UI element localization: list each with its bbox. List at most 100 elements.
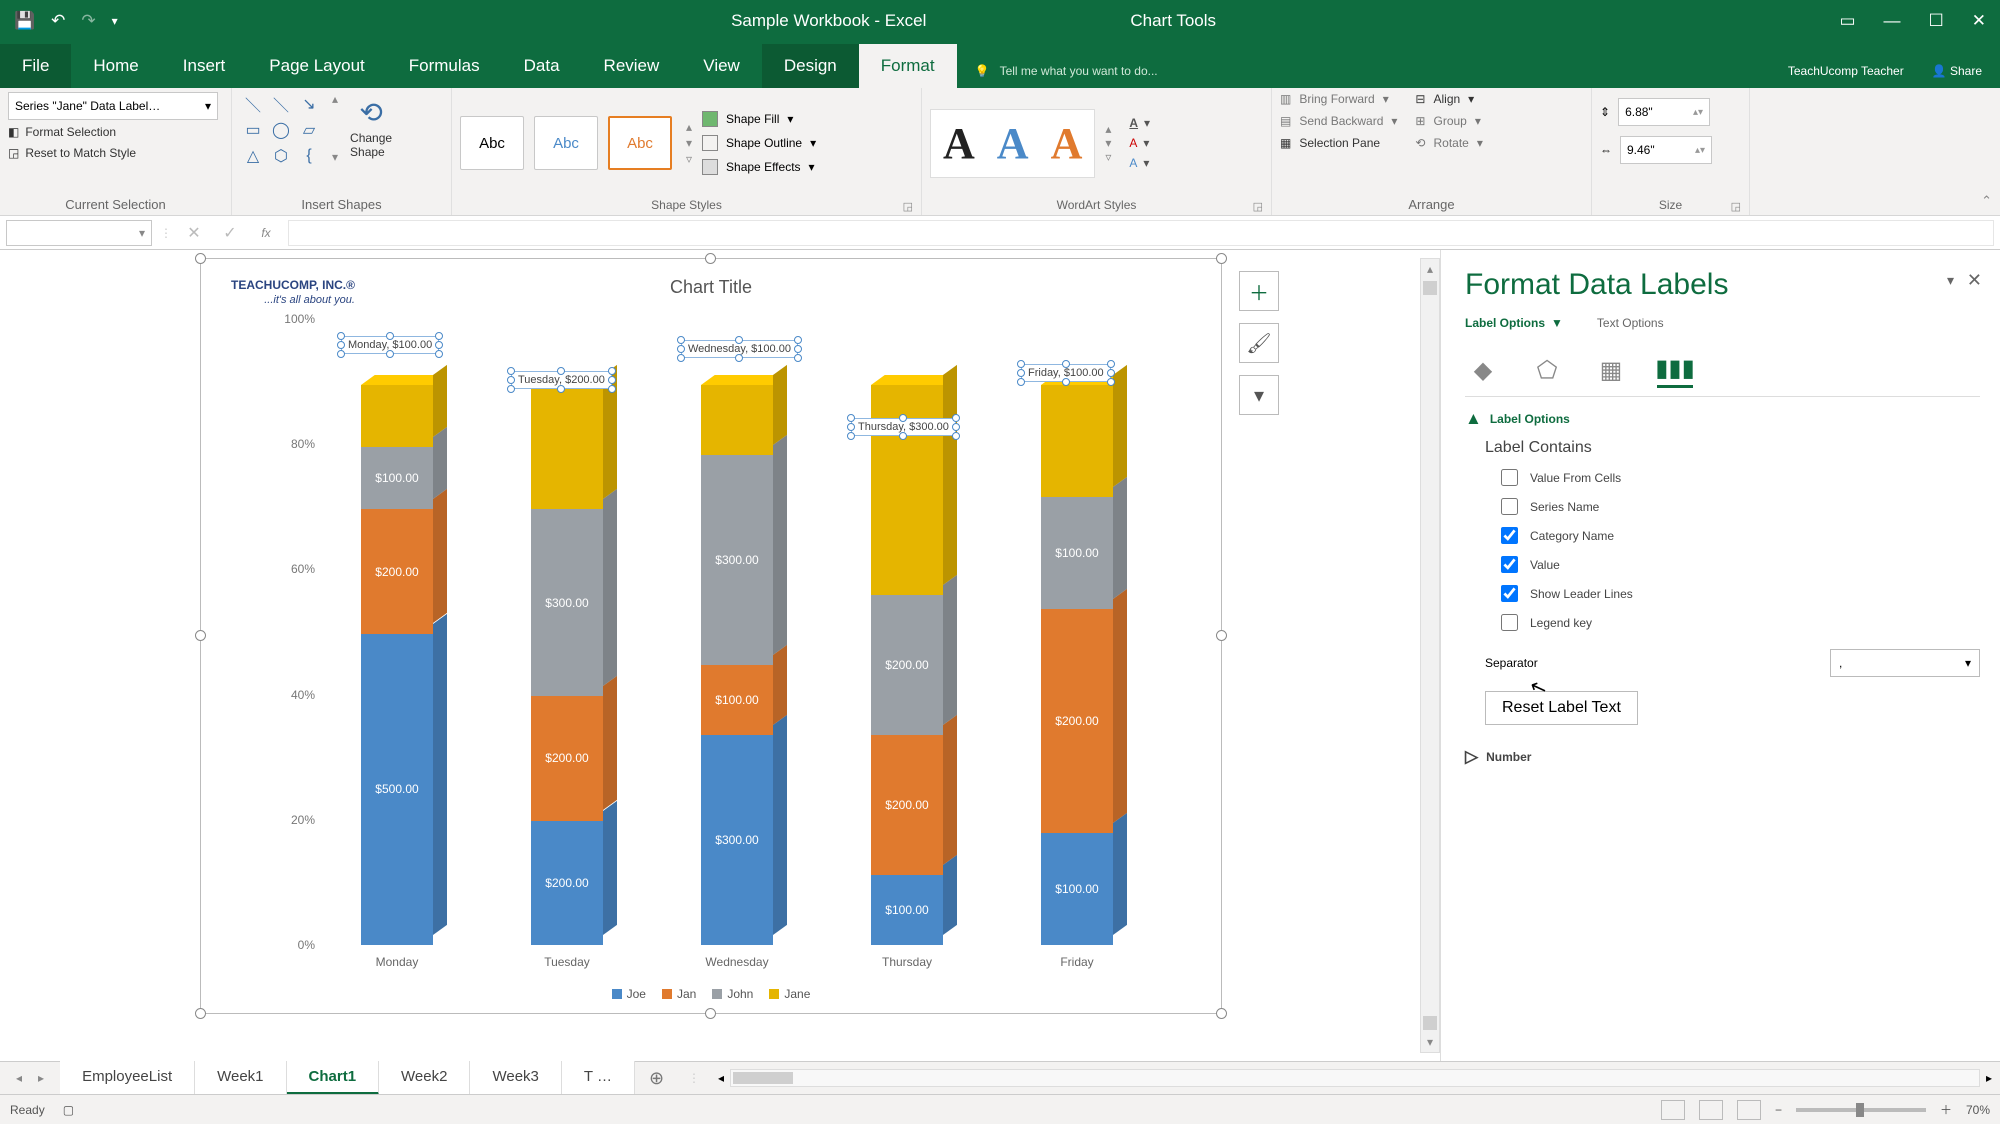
shape-height-input[interactable]: ⇕6.88"▴▾ bbox=[1600, 98, 1712, 126]
qat-more-icon[interactable]: ▾ bbox=[112, 14, 118, 28]
check-value-from-cells[interactable]: Value From Cells bbox=[1501, 469, 1980, 486]
sheet-tab[interactable]: EmployeeList bbox=[60, 1061, 195, 1095]
wordart-gallery[interactable]: A A A bbox=[930, 109, 1095, 178]
reset-to-match-style-button[interactable]: ◲ Reset to Match Style bbox=[8, 144, 218, 162]
bar-segment[interactable]: $200.00 bbox=[1041, 609, 1113, 833]
bar-segment[interactable]: $200.00 bbox=[871, 735, 943, 875]
data-label-selected[interactable]: Wednesday, $100.00 bbox=[681, 340, 798, 358]
bar-segment[interactable]: $100.00 bbox=[361, 447, 433, 509]
change-shape-button[interactable]: ⟲ Change Shape bbox=[344, 92, 398, 163]
resize-handle[interactable] bbox=[195, 253, 206, 264]
minimize-icon[interactable]: — bbox=[1884, 11, 1901, 31]
bar-segment[interactable]: $200.00 bbox=[361, 509, 433, 633]
check-legend-key[interactable]: Legend key bbox=[1501, 614, 1980, 631]
sheet-tab[interactable]: T … bbox=[562, 1061, 635, 1095]
tab-review[interactable]: Review bbox=[582, 44, 682, 88]
pane-close-icon[interactable]: ✕ bbox=[1967, 270, 1982, 291]
bar-column[interactable]: $300.00$100.00$300.00Wednesday bbox=[701, 385, 797, 945]
zoom-out-icon[interactable]: − bbox=[1775, 1103, 1782, 1117]
check-value[interactable]: Value bbox=[1501, 556, 1980, 573]
bar-segment[interactable] bbox=[361, 385, 433, 447]
chart-styles-button[interactable]: 🖌 bbox=[1239, 323, 1279, 363]
enter-formula-icon[interactable]: ✓ bbox=[216, 223, 244, 243]
sheet-nav-prev-icon[interactable]: ◂ bbox=[16, 1071, 22, 1085]
sheet-tab[interactable]: Week2 bbox=[379, 1061, 470, 1095]
bring-forward-button[interactable]: ▥ Bring Forward ▾ bbox=[1280, 92, 1397, 106]
data-label-selected[interactable]: Monday, $100.00 bbox=[341, 336, 439, 354]
tab-insert[interactable]: Insert bbox=[161, 44, 248, 88]
bar-segment[interactable]: $100.00 bbox=[1041, 497, 1113, 609]
data-label-selected[interactable]: Tuesday, $200.00 bbox=[511, 371, 612, 389]
tab-view[interactable]: View bbox=[681, 44, 762, 88]
hscroll-left-icon[interactable]: ◂ bbox=[718, 1071, 724, 1085]
user-name[interactable]: TeachUcomp Teacher bbox=[1788, 64, 1904, 78]
label-options-section[interactable]: ▲ Label Options bbox=[1465, 409, 1980, 429]
tab-file[interactable]: File bbox=[0, 44, 71, 88]
selection-pane-button[interactable]: ▦ Selection Pane bbox=[1280, 136, 1397, 150]
hscroll-right-icon[interactable]: ▸ bbox=[1986, 1071, 1992, 1085]
maximize-icon[interactable]: ☐ bbox=[1929, 11, 1944, 31]
bar-column[interactable]: $100.00$200.00$100.00Friday bbox=[1041, 385, 1137, 945]
text-outline-button[interactable]: A▾ bbox=[1129, 136, 1150, 150]
new-sheet-button[interactable]: ⊕ bbox=[635, 1068, 678, 1089]
zoom-in-icon[interactable]: ＋ bbox=[1940, 1101, 1952, 1118]
legend-item[interactable]: Jane bbox=[769, 987, 810, 1001]
undo-icon[interactable]: ↶ bbox=[51, 11, 65, 31]
bar-segment[interactable]: $100.00 bbox=[1041, 833, 1113, 945]
view-normal-icon[interactable] bbox=[1661, 1100, 1685, 1120]
worksheet-area[interactable]: TEACHUCOMP, INC.® ...it's all about you.… bbox=[0, 250, 1440, 1061]
chart-legend[interactable]: JoeJanJohnJane bbox=[201, 987, 1221, 1001]
text-fill-button[interactable]: A▾ bbox=[1129, 116, 1150, 130]
zoom-level[interactable]: 70% bbox=[1966, 1103, 1990, 1117]
fill-line-icon[interactable]: ◆ bbox=[1465, 352, 1501, 388]
shape-width-input[interactable]: ⇔9.46"▴▾ bbox=[1600, 136, 1712, 164]
send-backward-button[interactable]: ▤ Send Backward ▾ bbox=[1280, 114, 1397, 128]
shape-outline-button[interactable]: Shape Outline ▾ bbox=[702, 135, 816, 151]
size-launcher-icon[interactable]: ◲ bbox=[1731, 200, 1741, 213]
resize-handle[interactable] bbox=[705, 1008, 716, 1019]
horizontal-scrollbar[interactable] bbox=[730, 1069, 1980, 1087]
bar-segment[interactable] bbox=[871, 385, 943, 595]
cancel-formula-icon[interactable]: ✕ bbox=[180, 223, 208, 243]
name-box[interactable]: ▾ bbox=[6, 220, 152, 246]
check-series-name[interactable]: Series Name bbox=[1501, 498, 1980, 515]
tell-me-search[interactable]: 💡 Tell me what you want to do... bbox=[975, 64, 1158, 88]
bar-segment[interactable]: $500.00 bbox=[361, 634, 433, 945]
bar-column[interactable]: $200.00$200.00$300.00Tuesday bbox=[531, 385, 627, 945]
fx-icon[interactable]: fx bbox=[252, 224, 280, 242]
legend-item[interactable]: Jan bbox=[662, 987, 696, 1001]
resize-handle[interactable] bbox=[195, 1008, 206, 1019]
bar-segment[interactable]: $300.00 bbox=[531, 509, 603, 696]
shape-styles-launcher-icon[interactable]: ◲ bbox=[903, 200, 913, 213]
sheet-tab[interactable]: Week1 bbox=[195, 1061, 286, 1095]
align-button[interactable]: ⊟ Align ▾ bbox=[1415, 92, 1482, 106]
macro-record-icon[interactable]: ▢ bbox=[63, 1103, 74, 1117]
bar-segment[interactable]: $300.00 bbox=[701, 735, 773, 945]
format-selection-button[interactable]: ◧ Format Selection bbox=[8, 123, 218, 141]
label-options-icon[interactable]: ▮▮▮ bbox=[1657, 352, 1693, 388]
close-icon[interactable]: ✕ bbox=[1972, 11, 1986, 31]
legend-item[interactable]: Joe bbox=[612, 987, 646, 1001]
shape-fill-button[interactable]: Shape Fill ▾ bbox=[702, 111, 816, 127]
chart-filter-button[interactable]: ▾ bbox=[1239, 375, 1279, 415]
chart-elements-button[interactable]: ＋ bbox=[1239, 271, 1279, 311]
chart-title[interactable]: Chart Title bbox=[201, 277, 1221, 298]
pane-options-icon[interactable]: ▾ bbox=[1947, 272, 1954, 289]
plot-area[interactable]: 0%20%40%60%80%100% $500.00$200.00$100.00… bbox=[273, 319, 1197, 945]
resize-handle[interactable] bbox=[1216, 253, 1227, 264]
chart-element-dropdown[interactable]: Series "Jane" Data Label…▾ bbox=[8, 92, 218, 120]
number-section[interactable]: ▷ Number bbox=[1465, 747, 1980, 767]
data-label-selected[interactable]: Friday, $100.00 bbox=[1021, 364, 1111, 382]
resize-handle[interactable] bbox=[1216, 630, 1227, 641]
zoom-slider[interactable] bbox=[1796, 1108, 1926, 1112]
ribbon-display-icon[interactable]: ▭ bbox=[1839, 11, 1855, 31]
bar-segment[interactable] bbox=[701, 385, 773, 455]
view-page-break-icon[interactable] bbox=[1737, 1100, 1761, 1120]
redo-icon[interactable]: ↷ bbox=[81, 11, 95, 31]
text-options-tab[interactable]: Text Options bbox=[1597, 316, 1664, 330]
reset-label-text-button[interactable]: Reset Label Text bbox=[1485, 691, 1638, 725]
check-category-name[interactable]: Category Name bbox=[1501, 527, 1980, 544]
tab-home[interactable]: Home bbox=[71, 44, 160, 88]
tab-data[interactable]: Data bbox=[502, 44, 582, 88]
bar-segment[interactable]: $200.00 bbox=[871, 595, 943, 735]
